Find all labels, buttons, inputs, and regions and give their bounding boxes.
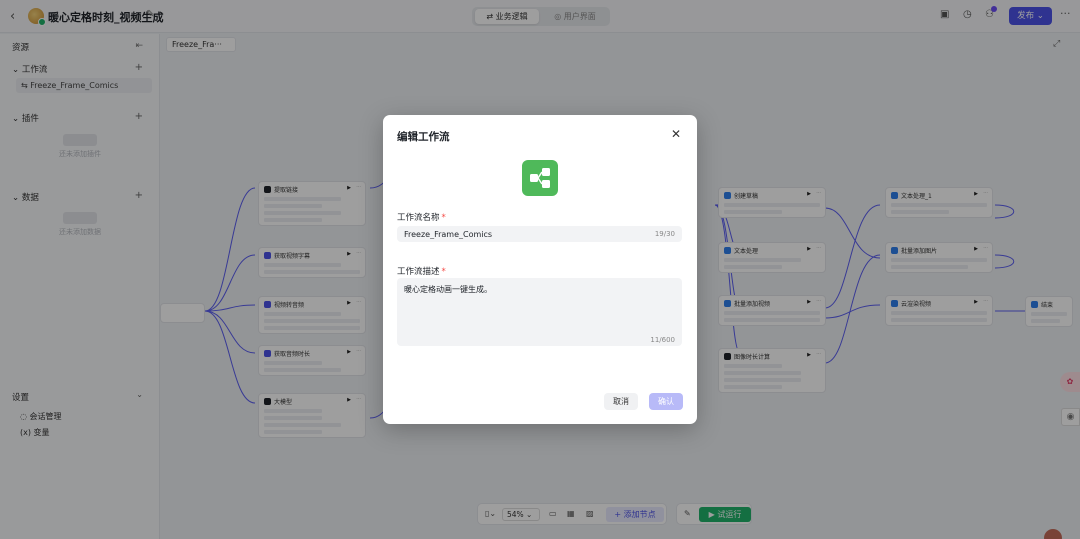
description-label: 工作流描述 * (397, 267, 446, 277)
description-char-count: 11/600 (650, 336, 675, 344)
name-char-count: 19/30 (654, 230, 675, 238)
edit-workflow-dialog: 编辑工作流 ✕ 工作流名称* 19/30 工作流描述* 暖心定格动画一键生成。 … (383, 115, 697, 424)
name-label: 工作流名称 * (397, 213, 446, 223)
confirm-button[interactable]: 确认 (649, 393, 683, 410)
cancel-button[interactable]: 取消 (604, 393, 638, 410)
workflow-icon[interactable] (522, 160, 558, 196)
close-icon[interactable]: ✕ (671, 127, 681, 141)
workflow-name-input[interactable] (397, 226, 682, 242)
workflow-description-input[interactable]: 暖心定格动画一键生成。 (397, 278, 682, 346)
dialog-title: 编辑工作流 (397, 131, 450, 143)
